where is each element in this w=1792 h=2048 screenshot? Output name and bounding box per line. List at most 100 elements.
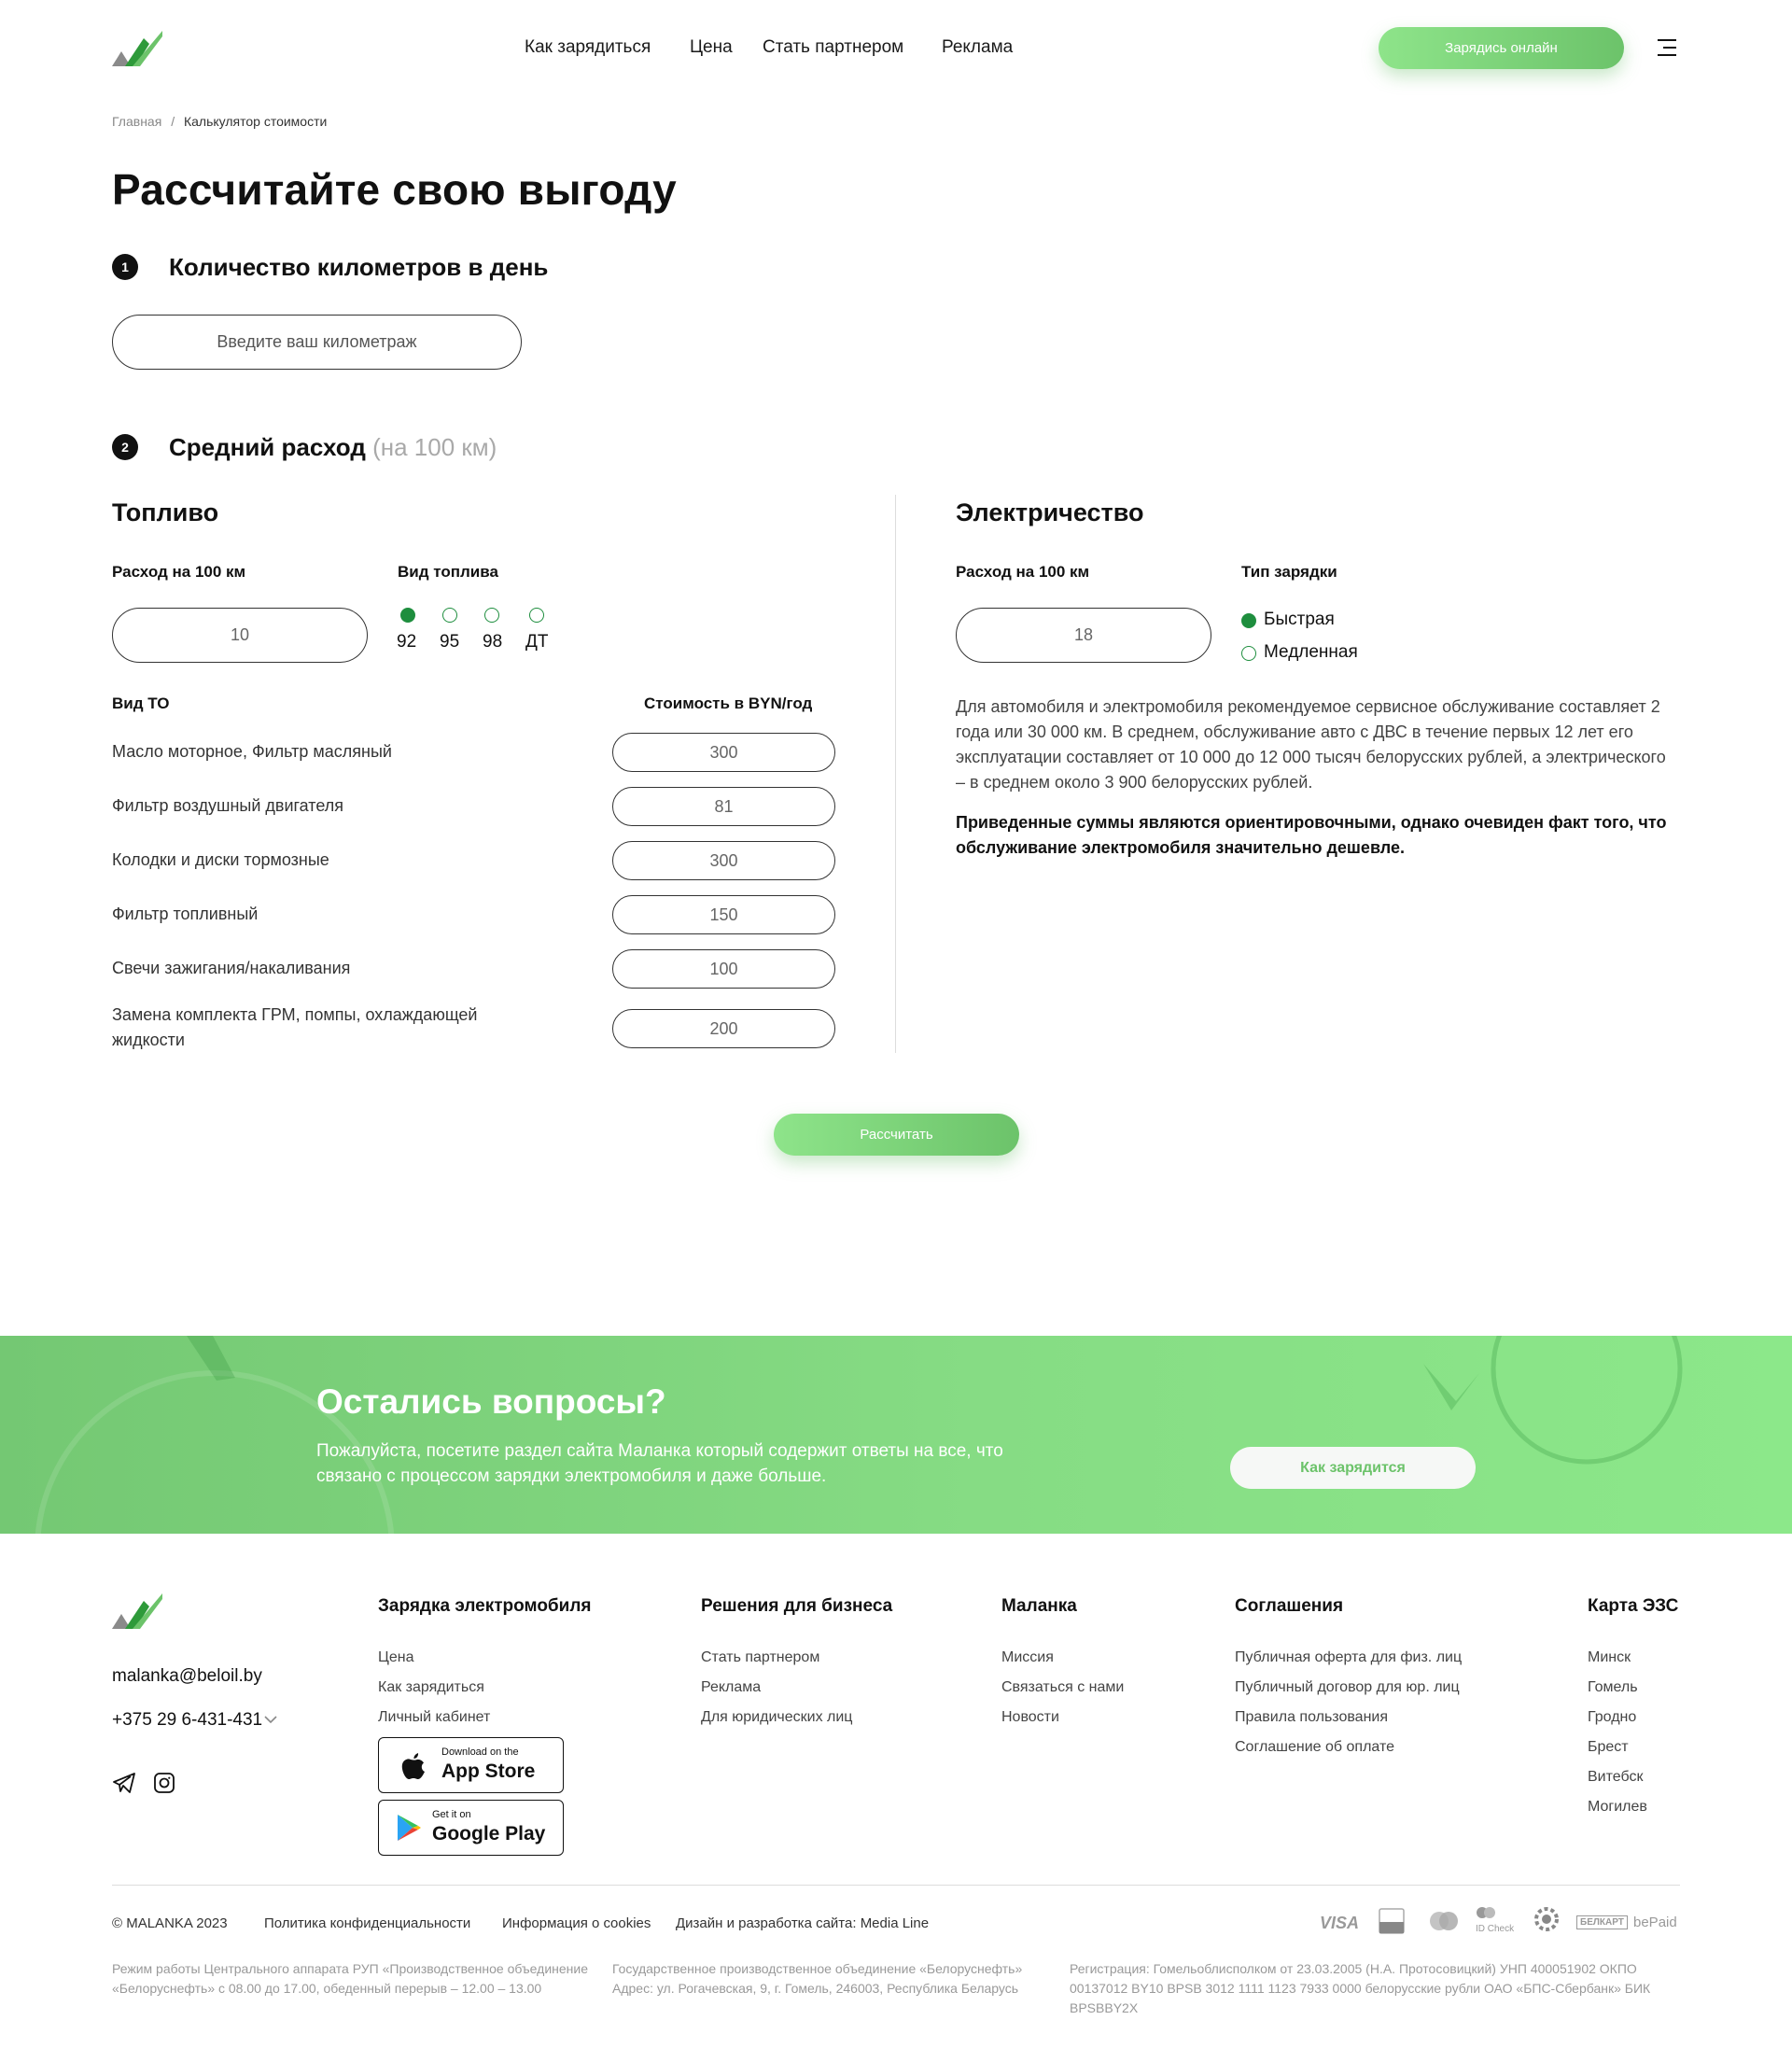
to-row-input[interactable] <box>612 1009 835 1048</box>
footer-link-city[interactable]: Гродно <box>1588 1709 1636 1726</box>
mastercard-icon <box>1430 1912 1458 1930</box>
chevron-down-icon[interactable] <box>264 1715 277 1724</box>
cookies-link[interactable]: Информация о cookies <box>502 1915 651 1931</box>
step-1-title: Количество километров в день <box>169 253 549 281</box>
footer-divider <box>112 1885 1680 1886</box>
footer-link-contact[interactable]: Связаться с нами <box>1001 1679 1124 1696</box>
service-note-text: Приведенные суммы являются ориентировочн… <box>956 813 1667 857</box>
footer-col-malanka-title: Маланка <box>1001 1596 1077 1616</box>
privacy-link[interactable]: Политика конфиденциальности <box>264 1915 470 1931</box>
to-row-label: Фильтр воздушный двигателя <box>112 796 343 815</box>
footer-link-account[interactable]: Личный кабинет <box>378 1709 490 1726</box>
to-row-label: Колодки и диски тормозные <box>112 850 329 869</box>
fuel-radio-98[interactable] <box>484 608 499 623</box>
footer-col-charging-title: Зарядка электромобиля <box>378 1596 592 1616</box>
fuel-type-dt-label: ДТ <box>525 632 549 652</box>
charge-radio-fast[interactable] <box>1241 613 1256 628</box>
app-store-button[interactable]: Download on the App Store <box>378 1737 564 1793</box>
breadcrumb-separator: / <box>171 114 175 129</box>
fuel-consumption-label: Расход на 100 км <box>112 563 246 581</box>
fuel-consumption-input[interactable] <box>112 608 368 663</box>
footer-link-offer[interactable]: Публичная оферта для физ. лиц <box>1235 1649 1462 1666</box>
to-row-label: Свечи зажигания/накаливания <box>112 959 351 977</box>
footer-link-city[interactable]: Могилев <box>1588 1799 1647 1816</box>
malanka-logo[interactable] <box>112 31 162 66</box>
footer-link-city[interactable]: Брест <box>1588 1739 1629 1756</box>
fuel-radio-92[interactable] <box>400 608 415 623</box>
menu-icon[interactable] <box>1656 37 1676 58</box>
footer-link-city[interactable]: Минск <box>1588 1649 1631 1666</box>
charge-radio-slow[interactable] <box>1241 646 1256 661</box>
to-row-label: Замена комплекта ГРМ, помпы, охлаждающей… <box>112 1005 478 1049</box>
fuel-radio-95[interactable] <box>442 608 457 623</box>
footer-link-price[interactable]: Цена <box>378 1649 413 1666</box>
id-check-icon <box>1477 1907 1495 1918</box>
fuel-title: Топливо <box>112 498 219 526</box>
to-row-label: Масло моторное, Фильтр масляный <box>112 742 392 761</box>
footer-link-mission[interactable]: Миссия <box>1001 1649 1054 1666</box>
electric-consumption-label: Расход на 100 км <box>956 563 1090 581</box>
footer-logo[interactable] <box>112 1593 162 1629</box>
visa-secure-icon <box>1379 1908 1405 1934</box>
cost-header: Стоимость в BYN/год <box>644 694 813 712</box>
banner-decoration <box>35 1336 1683 1534</box>
charge-type-label: Тип зарядки <box>1241 563 1337 581</box>
footer-link-rules[interactable]: Правила пользования <box>1235 1709 1388 1726</box>
footer-link-how[interactable]: Как зарядиться <box>378 1679 484 1696</box>
footer-link-payment[interactable]: Соглашение об оплате <box>1235 1739 1394 1756</box>
google-play-small: Get it on <box>432 1809 471 1820</box>
to-row-label: Фильтр топливный <box>112 905 259 923</box>
banner-title: Остались вопросы? <box>316 1382 666 1421</box>
belkart-logo: БЕЛКАРТ <box>1576 1915 1628 1929</box>
electric-consumption-input[interactable] <box>956 608 1211 663</box>
calculate-button[interactable]: Рассчитать <box>774 1114 1019 1156</box>
step-2-title: Средний расход (на 100 км) <box>169 433 497 462</box>
fuel-radio-dt[interactable] <box>529 608 544 623</box>
to-row-input[interactable] <box>612 949 835 989</box>
belkart-seal-icon <box>1534 1907 1559 1931</box>
electric-title: Электричество <box>956 498 1144 526</box>
nav-price[interactable]: Цена <box>690 37 733 58</box>
breadcrumb-current: Калькулятор стоимости <box>183 114 328 129</box>
footer-phone[interactable]: +375 29 6-431-431 <box>112 1710 262 1731</box>
footer-col-agreements-title: Соглашения <box>1235 1596 1344 1616</box>
footer-link-partner[interactable]: Стать партнером <box>701 1649 819 1666</box>
breadcrumb-home[interactable]: Главная <box>112 114 161 129</box>
app-store-small: Download on the <box>441 1746 519 1758</box>
design-credit-link[interactable]: Дизайн и разработка сайта: Media Line <box>676 1915 929 1931</box>
to-row-input[interactable] <box>612 841 835 880</box>
nav-how-to-charge[interactable]: Как зарядиться <box>525 37 651 58</box>
footer-col-business-title: Решения для бизнеса <box>701 1596 893 1616</box>
to-row-input[interactable] <box>612 895 835 934</box>
nav-ads[interactable]: Реклама <box>942 37 1013 58</box>
instagram-icon[interactable] <box>154 1773 175 1793</box>
footer-link-legal-entities[interactable]: Для юридических лиц <box>701 1709 852 1726</box>
visa-logo: VISA <box>1320 1914 1360 1932</box>
charge-online-button[interactable]: Зарядись онлайн <box>1379 27 1624 69</box>
footer-email[interactable]: malanka@beloil.by <box>112 1666 262 1687</box>
apple-icon <box>401 1753 425 1779</box>
fuel-type-92-label: 92 <box>397 632 417 652</box>
id-check-label: ID Check <box>1476 1924 1515 1934</box>
footer-link-city[interactable]: Гомель <box>1588 1679 1638 1696</box>
fuel-type-95-label: 95 <box>440 632 460 652</box>
page-title: Рассчитайте свою выгоду <box>112 165 677 214</box>
google-play-button[interactable]: Get it on Google Play <box>378 1800 564 1856</box>
to-row-input[interactable] <box>612 733 835 772</box>
mileage-input[interactable] <box>112 315 522 370</box>
step-2-title-suffix: (на 100 км) <box>372 433 497 461</box>
charge-fast-label: Быстрая <box>1264 610 1335 629</box>
bepaid-logo: bePaid <box>1633 1915 1677 1930</box>
breadcrumb: Главная / Калькулятор стоимости <box>112 114 327 129</box>
to-row-input[interactable] <box>612 787 835 826</box>
copyright: © MALANKA 2023 <box>112 1915 228 1931</box>
footer-link-contract[interactable]: Публичный договор для юр. лиц <box>1235 1679 1460 1696</box>
footer-link-ads[interactable]: Реклама <box>701 1679 761 1696</box>
to-type-header: Вид ТО <box>112 694 170 712</box>
nav-partner[interactable]: Стать партнером <box>763 37 903 58</box>
footer-link-city[interactable]: Витебск <box>1588 1769 1643 1786</box>
footer-link-news[interactable]: Новости <box>1001 1709 1059 1726</box>
service-info-text: Для автомобиля и электромобиля рекоменду… <box>956 697 1666 792</box>
how-to-charge-button[interactable]: Как зарядится <box>1230 1447 1476 1489</box>
telegram-icon[interactable] <box>112 1772 136 1794</box>
